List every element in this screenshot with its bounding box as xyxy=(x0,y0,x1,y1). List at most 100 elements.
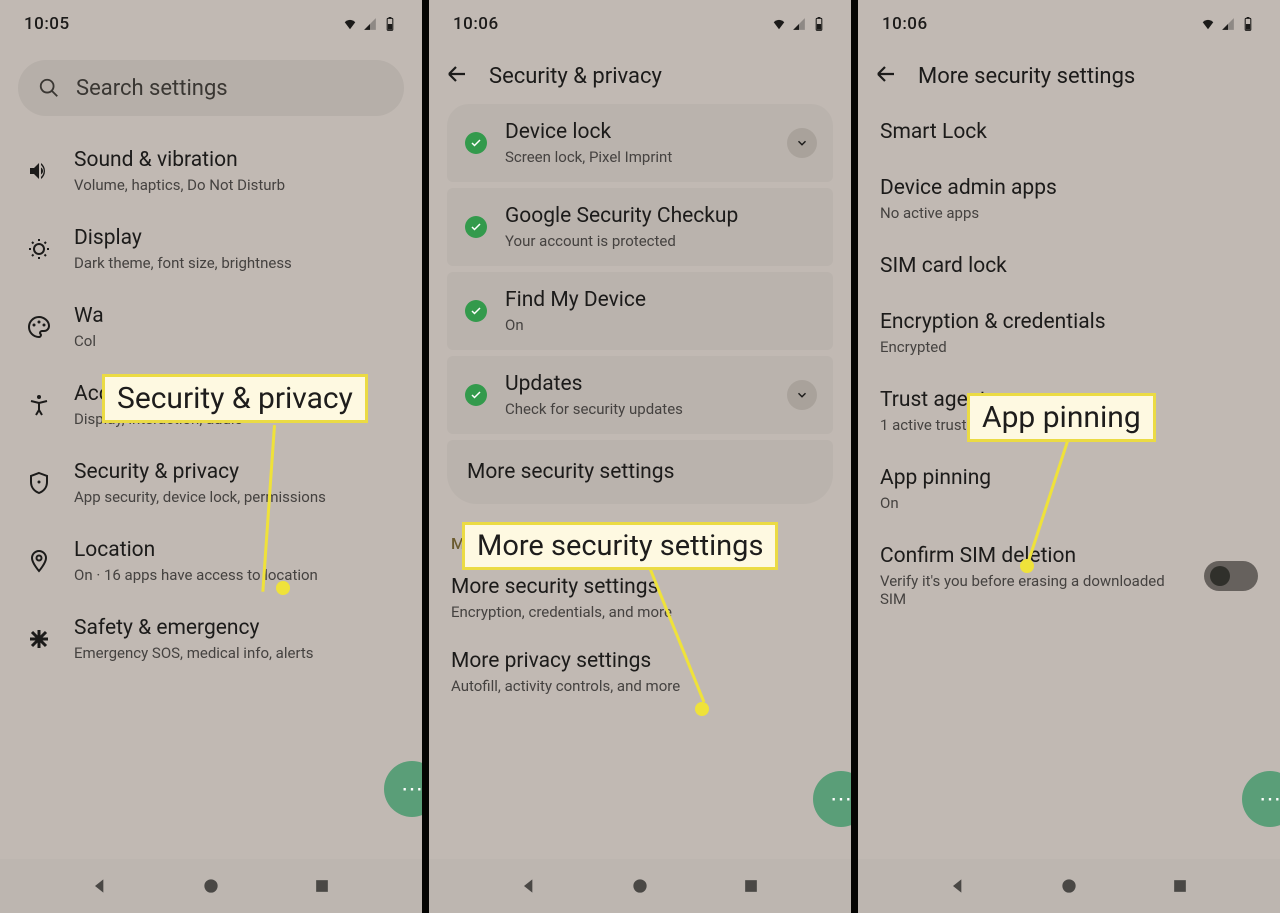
nav-back[interactable] xyxy=(518,875,540,897)
status-icons xyxy=(342,17,398,31)
panel-divider xyxy=(422,0,429,913)
row-sim-lock[interactable]: SIM card lock xyxy=(858,238,1280,294)
shield-icon xyxy=(26,471,52,495)
item-sub: Volume, haptics, Do Not Disturb xyxy=(74,176,285,194)
item-title: Location xyxy=(74,538,318,562)
card-title: Updates xyxy=(505,372,683,396)
item-wallpaper[interactable]: Wa Col xyxy=(0,288,422,366)
battery-icon xyxy=(811,17,827,31)
brightness-icon xyxy=(26,237,52,261)
headerbar: Security & privacy xyxy=(429,48,851,104)
item-more-privacy-settings[interactable]: More privacy settings Autofill, activity… xyxy=(429,635,851,709)
nav-recent[interactable] xyxy=(311,875,333,897)
row-confirm-sim-deletion[interactable]: Confirm SIM deletionVerify it's you befo… xyxy=(858,528,1280,624)
row-title: Confirm SIM deletion xyxy=(880,544,1194,568)
card-sub: Your account is protected xyxy=(505,232,738,250)
nav-home[interactable] xyxy=(200,875,222,897)
row-title: App pinning xyxy=(880,466,1248,490)
chevron-down-icon[interactable] xyxy=(787,380,817,410)
item-title: More security settings xyxy=(451,575,829,599)
item-safety[interactable]: Safety & emergency Emergency SOS, medical… xyxy=(0,600,422,678)
item-title: Display xyxy=(74,226,292,250)
card-title: More security settings xyxy=(467,460,674,484)
navbar xyxy=(858,859,1280,913)
fab-button[interactable]: ⋯ xyxy=(1242,771,1280,827)
back-button[interactable] xyxy=(874,62,898,90)
card-more-security[interactable]: More security settings xyxy=(447,440,833,504)
row-sub: Encrypted xyxy=(880,338,1248,356)
palette-icon xyxy=(26,315,52,339)
row-sub: No active apps xyxy=(880,204,1248,222)
card-find-my-device[interactable]: Find My DeviceOn xyxy=(447,272,833,350)
row-app-pinning[interactable]: App pinningOn xyxy=(858,450,1280,528)
toggle-switch[interactable] xyxy=(1204,561,1258,591)
card-updates[interactable]: Updates Check for security updates xyxy=(447,356,833,434)
row-title: Encryption & credentials xyxy=(880,310,1248,334)
card-title: Device lock xyxy=(505,120,672,144)
more-security-screen: 10:06 More security settings Smart Lock … xyxy=(858,0,1280,913)
nav-back[interactable] xyxy=(89,875,111,897)
back-button[interactable] xyxy=(445,62,469,90)
headerbar: More security settings xyxy=(858,48,1280,104)
card-sub: Screen lock, Pixel Imprint xyxy=(505,148,672,166)
card-device-lock[interactable]: Device lock Screen lock, Pixel Imprint xyxy=(447,104,833,182)
card-google-checkup[interactable]: Google Security CheckupYour account is p… xyxy=(447,188,833,266)
callout-security-privacy: Security & privacy xyxy=(102,374,368,423)
fab-button[interactable]: ⋯ xyxy=(384,761,422,817)
item-title: Sound & vibration xyxy=(74,148,285,172)
callout-dot xyxy=(276,581,290,595)
check-icon xyxy=(465,384,487,406)
item-title: Safety & emergency xyxy=(74,616,314,640)
row-device-admin[interactable]: Device admin apps No active apps xyxy=(858,160,1280,238)
item-title: Wa xyxy=(74,304,104,328)
signal-icon xyxy=(1220,17,1236,31)
navbar xyxy=(0,859,422,913)
item-sound[interactable]: Sound & vibration Volume, haptics, Do Not… xyxy=(0,132,422,210)
item-sub: Emergency SOS, medical info, alerts xyxy=(74,644,314,662)
nav-home[interactable] xyxy=(1058,875,1080,897)
row-encryption[interactable]: Encryption & credentials Encrypted xyxy=(858,294,1280,372)
accessibility-icon xyxy=(26,393,52,417)
item-sub: App security, device lock, permissions xyxy=(74,488,326,506)
status-icons xyxy=(1200,17,1256,31)
row-title: SIM card lock xyxy=(880,254,1248,278)
fab-button[interactable]: ⋯ xyxy=(813,771,851,827)
page-title: More security settings xyxy=(918,64,1135,89)
wifi-icon xyxy=(771,17,787,31)
statusbar: 10:06 xyxy=(858,0,1280,48)
row-smart-lock[interactable]: Smart Lock xyxy=(858,104,1280,160)
callout-dot xyxy=(1020,559,1034,573)
check-icon xyxy=(465,216,487,238)
statusbar: 10:06 xyxy=(429,0,851,48)
item-security-privacy[interactable]: Security & privacy App security, device l… xyxy=(0,444,422,522)
nav-recent[interactable] xyxy=(740,875,762,897)
item-title: Security & privacy xyxy=(74,460,326,484)
settings-main-screen: 10:05 Search settings Sound & vibrationV… xyxy=(0,0,422,913)
item-sub: Dark theme, font size, brightness xyxy=(74,254,292,272)
battery-icon xyxy=(382,17,398,31)
item-sub: Col xyxy=(74,332,104,350)
card-stack: Device lock Screen lock, Pixel Imprint Go… xyxy=(447,104,833,504)
search-settings[interactable]: Search settings xyxy=(18,60,404,116)
callout-dot xyxy=(695,702,709,716)
asterisk-icon xyxy=(26,627,52,651)
wifi-icon xyxy=(342,17,358,31)
pin-icon xyxy=(26,549,52,573)
item-title: More privacy settings xyxy=(451,649,829,673)
item-display[interactable]: Display Dark theme, font size, brightness xyxy=(0,210,422,288)
clock: 10:06 xyxy=(882,14,928,34)
check-icon xyxy=(465,300,487,322)
nav-back[interactable] xyxy=(947,875,969,897)
check-icon xyxy=(465,132,487,154)
row-title: Device admin apps xyxy=(880,176,1248,200)
card-sub: On xyxy=(505,316,646,334)
search-placeholder: Search settings xyxy=(76,76,228,101)
item-sub: Encryption, credentials, and more xyxy=(451,603,829,621)
card-sub: Check for security updates xyxy=(505,400,683,418)
chevron-down-icon[interactable] xyxy=(787,128,817,158)
item-more-security-settings[interactable]: More security settings Encryption, crede… xyxy=(429,561,851,635)
nav-home[interactable] xyxy=(629,875,651,897)
item-location[interactable]: LocationOn · 16 apps have access to loca… xyxy=(0,522,422,600)
nav-recent[interactable] xyxy=(1169,875,1191,897)
navbar xyxy=(429,859,851,913)
